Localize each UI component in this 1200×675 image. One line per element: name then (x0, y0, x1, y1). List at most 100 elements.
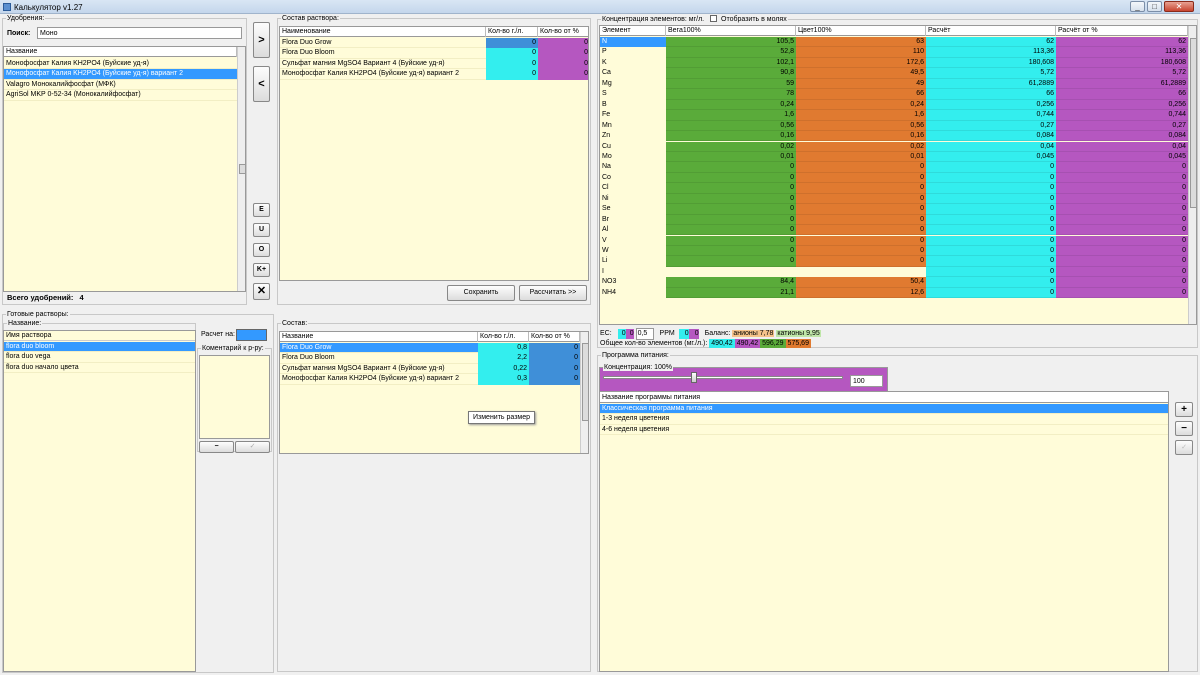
sostav-pct[interactable]: 0 (529, 363, 580, 375)
col-program-name[interactable]: Название программы питания (600, 392, 1168, 403)
moles-checkbox[interactable] (710, 15, 718, 22)
element-value: 0 (926, 225, 1056, 236)
element-value: 5,72 (1056, 68, 1188, 79)
sostav-row[interactable]: Flora Duo Bloom 2,2 0 (280, 353, 580, 364)
fertilizers-legend: Удобрения: (7, 15, 45, 22)
fertilizer-list[interactable]: Название Монофосфат Калия KH2PO4 (Буйски… (3, 46, 246, 292)
program-item[interactable]: 4-6 неделя цветения (600, 425, 1168, 436)
col-sostav-pct[interactable]: Кол-во от % (529, 332, 580, 342)
fertilizer-item[interactable]: Valagro Монокалийфосфат (МФК) (4, 80, 237, 91)
sostav-pct[interactable]: 0 (529, 343, 580, 354)
calculate-button[interactable]: Рассчитать >> (519, 285, 587, 301)
calc-for-spinner[interactable] (236, 329, 267, 341)
element-value: 0 (666, 256, 796, 267)
composition-row[interactable]: Flora Duo Bloom 0 0 (280, 48, 588, 59)
col-element[interactable]: Элемент (600, 26, 666, 36)
close-button[interactable]: ✕ (1164, 1, 1194, 12)
program-list[interactable]: Название программы питания Классическая … (599, 391, 1169, 672)
remove-program-button[interactable]: − (1175, 421, 1193, 436)
col-composition-pct[interactable]: Кол-во от % (538, 27, 588, 37)
element-value: 110 (796, 47, 926, 58)
concentration-scrollbar[interactable] (1188, 26, 1196, 324)
ready-solution-item[interactable]: flora duo bloom (4, 342, 195, 353)
ready-solutions-list[interactable]: Имя раствора flora duo bloom flora duo ve… (3, 330, 196, 672)
sostav-g[interactable]: 2,2 (478, 353, 529, 364)
sostav-table[interactable]: Название Кол-во г./л. Кол-во от % Flora … (279, 331, 589, 454)
fertilizer-item[interactable]: AgriSol MKP 0-52-34 (Монокалийфосфат) (4, 90, 237, 101)
add-program-button[interactable]: + (1175, 402, 1193, 417)
remove-from-solution-button[interactable]: < (253, 66, 270, 102)
confirm-program-button[interactable]: ✓ (1175, 440, 1193, 455)
element-row: Li 0 0 0 0 (600, 256, 1188, 267)
add-to-solution-button[interactable]: > (253, 22, 270, 58)
composition-pct[interactable]: 0 (538, 38, 588, 49)
k-plus-button[interactable]: K+ (253, 263, 270, 277)
u-button[interactable]: U (253, 223, 270, 237)
sostav-row[interactable]: Сульфат магния MgSO4 Вариант 4 (Буйские … (280, 363, 580, 375)
col-bloom[interactable]: Цвет100% (796, 26, 926, 36)
composition-pct[interactable]: 0 (538, 48, 588, 59)
fertilizer-item[interactable]: Монофосфат Калия KH2PO4 (Буйские уд-я) в… (4, 69, 237, 80)
composition-pct[interactable]: 0 (538, 58, 588, 70)
composition-row[interactable]: Flora Duo Grow 0 0 (280, 38, 588, 49)
concentration-slider-track[interactable] (603, 376, 843, 379)
ec-row: EC: 00 0,5 PPM 00 Баланс: анионы 7,78 ка… (600, 328, 821, 340)
delete-solution-button[interactable]: − (199, 441, 234, 453)
concentration-slider-thumb[interactable] (691, 372, 698, 383)
col-vega[interactable]: Вега100% (666, 26, 796, 36)
concentration-table[interactable]: Элемент Вега100% Цвет100% Расчёт Расчёт … (599, 25, 1197, 325)
fertilizer-item[interactable]: Монофосфат Калия KH2PO4 (Буйские уд-я) (4, 59, 237, 70)
maximize-button[interactable]: □ (1147, 1, 1162, 12)
col-calc[interactable]: Расчёт (926, 26, 1056, 36)
composition-g[interactable]: 0 (486, 69, 538, 80)
concentration-scroll-thumb[interactable] (1190, 38, 1196, 208)
composition-row[interactable]: Монофосфат Калия KH2PO4 (Буйские уд-я) в… (280, 69, 588, 80)
ready-legend: Готовые растворы: (7, 311, 69, 318)
col-solution-name[interactable]: Имя раствора (4, 331, 195, 341)
element-value: 0 (796, 214, 926, 226)
ready-solution-item[interactable]: flora duo vega (4, 352, 195, 363)
confirm-solution-button[interactable]: ✓ (235, 441, 270, 453)
sostav-g[interactable]: 0,8 (478, 343, 529, 354)
sostav-pct[interactable]: 0 (529, 353, 580, 364)
program-item[interactable]: 1-3 неделя цветения (600, 414, 1168, 425)
element-row: Ca 90,8 49,5 5,72 5,72 (600, 68, 1188, 79)
o-button[interactable]: O (253, 243, 270, 257)
composition-g[interactable]: 0 (486, 48, 538, 59)
composition-table[interactable]: Наименование Кол-во г./л. Кол-во от % Fl… (279, 26, 589, 281)
composition-pct[interactable]: 0 (538, 69, 588, 80)
sostav-g[interactable]: 0,3 (478, 374, 529, 385)
col-sostav-name[interactable]: Название (280, 332, 478, 342)
program-list-header: Название программы питания (600, 392, 1168, 403)
col-composition-name[interactable]: Наименование (280, 27, 486, 37)
ready-solution-item[interactable]: flora duo начало цвета (4, 363, 195, 374)
search-input[interactable] (37, 27, 242, 39)
element-row: Zn 0,16 0,16 0,084 0,084 (600, 131, 1188, 142)
composition-row[interactable]: Сульфат магния MgSO4 Вариант 4 (Буйские … (280, 58, 588, 70)
calc-for-label: Расчет на: (201, 331, 235, 338)
col-calc-pct[interactable]: Расчёт от % (1056, 26, 1188, 36)
sostav-row[interactable]: Монофосфат Калия KH2PO4 (Буйские уд-я) в… (280, 374, 580, 385)
col-name[interactable]: Название (4, 47, 237, 57)
scroll-thumb[interactable] (239, 164, 245, 174)
sostav-row[interactable]: Flora Duo Grow 0,8 0 (280, 343, 580, 354)
clear-button[interactable]: ✕ (253, 283, 270, 300)
minimize-button[interactable]: _ (1130, 1, 1145, 12)
composition-g[interactable]: 0 (486, 58, 538, 70)
sostav-pct[interactable]: 0 (529, 374, 580, 385)
element-value: 0 (1056, 193, 1188, 205)
save-button[interactable]: Сохранить (447, 285, 515, 301)
element-row: S 78 66 66 66 (600, 89, 1188, 100)
e-button[interactable]: E (253, 203, 270, 217)
sostav-g[interactable]: 0,22 (478, 363, 529, 375)
fertilizer-scrollbar[interactable] (237, 47, 245, 291)
element-value: 102,1 (666, 57, 796, 69)
comment-textarea[interactable] (199, 355, 270, 439)
composition-g[interactable]: 0 (486, 38, 538, 49)
col-sostav-g[interactable]: Кол-во г./л. (478, 332, 529, 342)
sostav-scroll-thumb[interactable] (582, 343, 588, 421)
sostav-scrollbar[interactable] (580, 332, 588, 453)
col-composition-g[interactable]: Кол-во г./л. (486, 27, 538, 37)
concentration-value-input[interactable] (850, 375, 883, 387)
program-item[interactable]: Классическая программа питания (600, 404, 1168, 415)
